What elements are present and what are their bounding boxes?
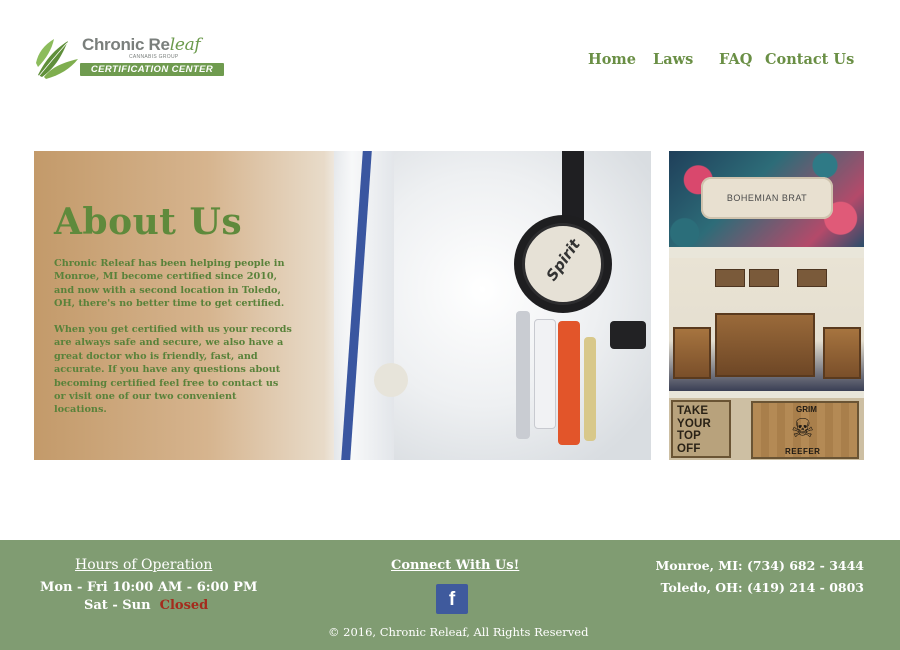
- closed-label: Closed: [159, 598, 209, 613]
- leaf-icon: [36, 39, 78, 79]
- wall-sign: [749, 269, 779, 287]
- hours-weekday: Mon - Fri 10:00 AM - 6:00 PM: [40, 580, 258, 595]
- wooden-stand: [823, 327, 861, 379]
- facebook-icon[interactable]: f: [436, 584, 468, 614]
- hours-weekend: Sat - Sun Closed: [84, 598, 208, 613]
- copyright: © 2016, Chronic Releaf, All Rights Reser…: [328, 625, 589, 639]
- site-logo[interactable]: Chronic Releaf CANNABIS GROUP CERTIFICAT…: [34, 33, 228, 79]
- skull-icon: ☠: [791, 414, 815, 444]
- photo-gallery: BOHEMIAN BRAT TAKE YOUR TOP OFF GRIM ☠ R…: [669, 151, 864, 460]
- hours-title: Hours of Operation: [75, 557, 213, 573]
- take-your-top-off-sign: TAKE YOUR TOP OFF: [671, 400, 731, 458]
- wooden-table: [715, 313, 815, 377]
- pen-orange: [558, 321, 580, 445]
- about-paragraph-1: Chronic Releaf has been helping people i…: [54, 258, 285, 310]
- pen-black: [610, 321, 646, 349]
- coat-button: [374, 363, 408, 397]
- nav-home[interactable]: Home: [588, 51, 636, 68]
- wall-sign: [715, 269, 745, 287]
- brand-banner: CERTIFICATION CENTER: [80, 63, 224, 76]
- hours-weekend-label: Sat - Sun: [84, 598, 151, 613]
- phone-monroe[interactable]: Monroe, MI: (734) 682 - 3444: [655, 558, 864, 573]
- brand-name: Chronic Releaf: [82, 35, 201, 55]
- site-footer: Hours of Operation Mon - Fri 10:00 AM - …: [0, 540, 900, 650]
- phone-toledo[interactable]: Toledo, OH: (419) 214 - 0803: [661, 580, 864, 595]
- plaque-sign: BOHEMIAN BRAT: [701, 177, 833, 219]
- connect-title: Connect With Us!: [391, 558, 520, 573]
- nav-laws[interactable]: Laws: [653, 51, 693, 68]
- about-hero: Spirit About Us Chronic Releaf has been …: [34, 151, 651, 460]
- grim-reefer-sign: GRIM ☠ REEFER: [751, 401, 859, 459]
- nav-contact-us[interactable]: Contact Us: [765, 51, 854, 68]
- about-paragraph-2: When you get certified with us your reco…: [54, 324, 292, 416]
- nav-faq[interactable]: FAQ: [719, 51, 752, 68]
- pen-white: [534, 319, 556, 429]
- wall-sign: [797, 269, 827, 287]
- wooden-stand: [673, 327, 711, 379]
- about-title: About Us: [54, 201, 243, 243]
- pen-blue: [516, 311, 530, 439]
- brand-tagline: CANNABIS GROUP: [129, 54, 179, 60]
- pen-yellow: [584, 337, 596, 441]
